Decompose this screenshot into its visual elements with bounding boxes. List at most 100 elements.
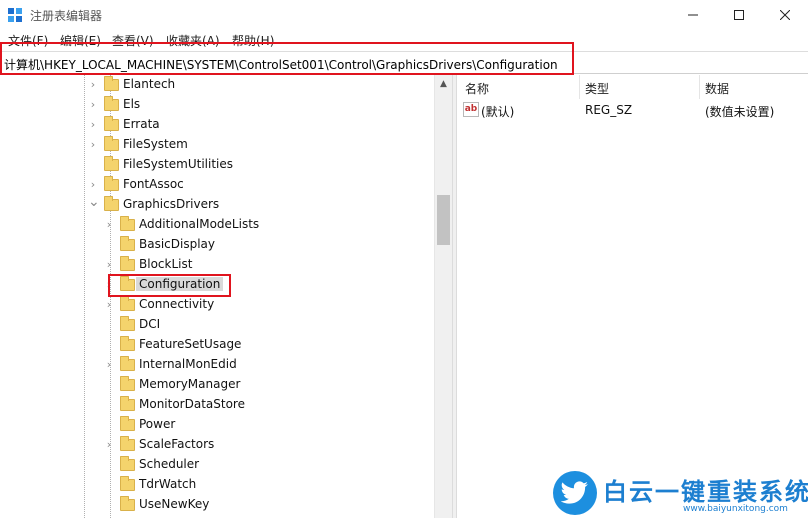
chevron-right-icon[interactable]: › [104,438,114,452]
column-header-type[interactable]: 类型 [579,75,699,99]
close-icon [780,10,790,20]
tree-item[interactable]: › Configuration [0,275,434,295]
minimize-icon [688,14,698,16]
chevron-down-icon[interactable]: ⌄ [88,195,100,209]
chevron-right-icon[interactable]: › [88,98,98,112]
tree-item-label: Els [123,97,141,111]
folder-icon [120,456,135,471]
chevron-right-icon[interactable]: › [104,298,114,312]
folder-icon [104,76,119,91]
tree-item-label: Elantech [123,77,176,91]
chevron-right-icon[interactable]: › [104,258,114,272]
registry-editor-icon [8,8,22,22]
tree-item-label: BlockList [139,257,193,271]
tree-item[interactable]: › AdditionalModeLists [0,215,434,235]
tree-item[interactable]: MonitorDataStore [0,395,434,415]
tree-item[interactable]: › FileSystem [0,135,434,155]
tree-item[interactable]: FeatureSetUsage [0,335,434,355]
tree-item[interactable]: FileSystemUtilities [0,155,434,175]
key-tree[interactable]: › Elantech › Els › Errata › FileSystem FileSyste… [0,75,452,518]
tree-item[interactable]: › Connectivity [0,295,434,315]
folder-icon [120,496,135,511]
tree-item-label: Configuration [136,277,224,291]
tree-item[interactable]: › Errata [0,115,434,135]
tree-item-label: ScaleFactors [139,437,215,451]
string-value-icon: ab [463,102,479,117]
value-list[interactable]: 名称 类型 数据 ab (默认) REG_SZ (数值未设置) [457,75,808,518]
folder-icon [104,116,119,131]
folder-icon [104,96,119,111]
folder-icon [120,356,135,371]
folder-icon [120,316,135,331]
tree-item-label: TdrWatch [139,477,197,491]
tree-item-label: Errata [123,117,160,131]
menu-help[interactable]: 帮助(H) [232,32,274,49]
column-header-name[interactable]: 名称 [459,75,579,99]
watermark-logo: 白云一键重装系统 www.baiyunxitong.com [553,468,808,518]
folder-icon [120,436,135,451]
tree-item-label: GraphicsDrivers [123,197,220,211]
tree-item[interactable]: ⌄ GraphicsDrivers [0,195,434,215]
folder-icon [120,476,135,491]
chevron-right-icon[interactable]: › [104,358,114,372]
value-row[interactable]: ab (默认) REG_SZ (数值未设置) [457,100,808,120]
tree-item[interactable]: Power [0,415,434,435]
tree-item[interactable]: › Elantech [0,75,434,95]
folder-icon [120,236,135,251]
tree-item[interactable]: › BlockList [0,255,434,275]
bird-glyph-icon [561,481,588,504]
title-bar: 注册表编辑器 [0,0,808,30]
value-type: REG_SZ [585,103,633,117]
folder-icon [120,416,135,431]
menu-file[interactable]: 文件(F) [8,32,48,49]
menu-view[interactable]: 查看(V) [112,32,154,49]
tree-item-label: DCI [139,317,161,331]
folder-icon [104,196,119,211]
tree-item-label: Power [139,417,176,431]
tree-item[interactable]: › Els [0,95,434,115]
tree-item[interactable]: Scheduler [0,455,434,475]
scroll-thumb[interactable] [437,195,450,245]
chevron-right-icon[interactable]: › [104,278,114,292]
menu-bar: 文件(F) 编辑(E) 查看(V) 收藏夹(A) 帮助(H) [0,30,808,50]
tree-item-label: BasicDisplay [139,237,216,251]
tree-item-label: UseNewKey [139,497,210,511]
address-bar[interactable]: 计算机\HKEY_LOCAL_MACHINE\SYSTEM\ControlSet… [0,51,808,74]
close-button[interactable] [762,0,808,30]
watermark-text: 白云一键重装系统 [603,478,808,506]
tree-item-label: FeatureSetUsage [139,337,242,351]
folder-icon [120,376,135,391]
tree-item[interactable]: BasicDisplay [0,235,434,255]
chevron-right-icon[interactable]: › [88,78,98,92]
tree-item[interactable]: › InternalMonEdid [0,355,434,375]
value-data: (数值未设置) [705,105,775,119]
tree-item[interactable]: › FontAssoc [0,175,434,195]
tree-item[interactable]: UseNewKey [0,495,434,515]
folder-icon [120,296,135,311]
tree-item-label: FileSystem [123,137,188,151]
folder-icon [104,136,119,151]
tree-item-label: AdditionalModeLists [139,217,260,231]
tree-item[interactable]: DCI [0,315,434,335]
folder-icon [120,336,135,351]
chevron-right-icon[interactable]: › [88,178,98,192]
maximize-button[interactable] [716,0,762,30]
tree-item-label: MonitorDataStore [139,397,245,411]
column-header-data[interactable]: 数据 [699,75,808,99]
minimize-button[interactable] [670,0,716,30]
menu-favorites[interactable]: 收藏夹(A) [166,32,220,49]
address-path[interactable]: 计算机\HKEY_LOCAL_MACHINE\SYSTEM\ControlSet… [4,56,558,73]
menu-edit[interactable]: 编辑(E) [60,32,101,49]
value-name: (默认) [481,105,515,119]
tree-scrollbar[interactable]: ▲ [434,75,452,518]
tree-item[interactable]: TdrWatch [0,475,434,495]
tree-item[interactable]: MemoryManager [0,375,434,395]
chevron-right-icon[interactable]: › [88,138,98,152]
scroll-up-arrow-icon[interactable]: ▲ [435,75,452,92]
chevron-right-icon[interactable]: › [88,118,98,132]
window-title: 注册表编辑器 [30,9,103,23]
tree-item[interactable]: › ScaleFactors [0,435,434,455]
folder-icon [120,256,135,271]
maximize-icon [734,10,744,20]
chevron-right-icon[interactable]: › [104,218,114,232]
